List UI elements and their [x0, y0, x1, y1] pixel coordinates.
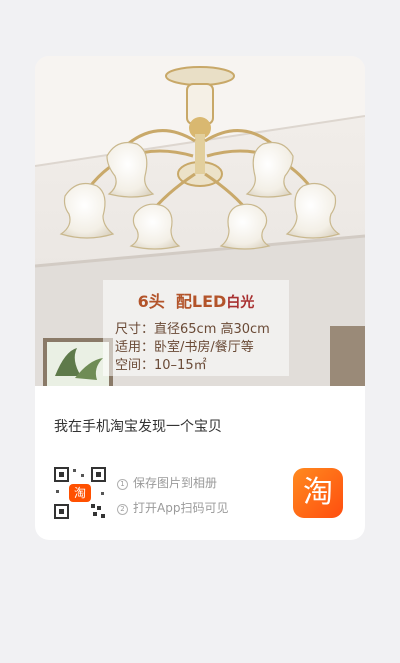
spec-size: 尺寸：直径65cm 高30cm: [115, 322, 270, 337]
spec-led: 配LED: [175, 292, 227, 311]
spec-panel: 6头 配LED白光 尺寸：直径65cm 高30cm 适用：卧室/书房/餐厅等 空…: [103, 280, 289, 376]
spec-space: 空间：10–15㎡: [115, 358, 207, 373]
step1-number-icon: 1: [117, 479, 128, 490]
share-description: 我在手机淘宝发现一个宝贝: [54, 419, 222, 435]
share-card: 6头 配LED白光 尺寸：直径65cm 高30cm 适用：卧室/书房/餐厅等 空…: [35, 56, 365, 540]
spec-title: 6头 配LED白光: [103, 288, 289, 312]
spec-head: 6头: [137, 292, 165, 311]
step2-label: 打开App扫码可见: [133, 501, 229, 515]
taobao-app-icon[interactable]: 淘: [293, 468, 343, 518]
step-open-app: 2 打开App扫码可见: [117, 499, 228, 516]
spec-light: 白光: [226, 295, 255, 311]
product-image[interactable]: 6头 配LED白光 尺寸：直径65cm 高30cm 适用：卧室/书房/餐厅等 空…: [35, 56, 365, 386]
qr-badge: 淘: [73, 486, 86, 500]
step-save-image: 1 保存图片到相册: [117, 474, 217, 491]
step1-label: 保存图片到相册: [133, 476, 218, 490]
qr-code: 淘: [53, 466, 107, 520]
spec-usage: 适用：卧室/书房/餐厅等: [115, 340, 254, 355]
step2-number-icon: 2: [117, 504, 128, 515]
